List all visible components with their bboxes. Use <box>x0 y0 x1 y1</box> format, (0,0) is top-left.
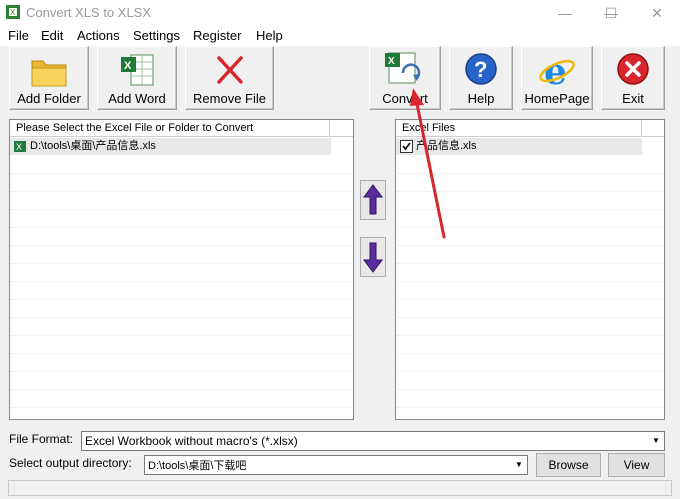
output-directory-value: D:\tools\桌面\下载吧 <box>148 460 247 472</box>
remove-x-icon <box>210 51 250 92</box>
chevron-down-icon[interactable]: ▼ <box>512 457 526 473</box>
row-divider <box>10 389 353 390</box>
row-divider <box>10 371 353 372</box>
menu-register[interactable]: Register <box>193 28 241 43</box>
menu-edit[interactable]: Edit <box>41 28 63 43</box>
row-divider <box>396 389 664 390</box>
row-divider <box>396 317 664 318</box>
exit-button[interactable]: Exit <box>601 46 665 110</box>
move-up-button[interactable] <box>360 180 386 220</box>
row-divider <box>10 299 353 300</box>
row-divider <box>10 335 353 336</box>
file-format-label: File Format: <box>9 432 74 446</box>
row-divider <box>10 317 353 318</box>
row-divider <box>396 407 664 408</box>
row-divider <box>396 299 664 300</box>
row-divider <box>396 353 664 354</box>
row-divider <box>396 371 664 372</box>
menu-settings[interactable]: Settings <box>133 28 180 43</box>
annotation-arrow-icon <box>410 88 446 239</box>
source-list-header-label: Please Select the Excel File or Folder t… <box>16 122 254 134</box>
excel-sheet-icon: X <box>117 51 157 92</box>
row-divider <box>10 191 353 192</box>
row-divider <box>396 335 664 336</box>
help-icon: ? <box>463 51 499 90</box>
add-word-label: Add Word <box>108 91 166 106</box>
row-divider <box>10 209 353 210</box>
move-down-button[interactable] <box>360 237 386 277</box>
homepage-button[interactable]: e HomePage <box>521 46 593 110</box>
menu-bar: File Edit Actions Settings Register Help <box>0 26 680 46</box>
exit-icon <box>615 51 651 90</box>
arrow-up-icon <box>363 184 383 215</box>
folder-icon <box>29 51 69 92</box>
file-format-value: Excel Workbook without macro's (*.xlsx) <box>85 434 298 448</box>
close-icon[interactable]: ✕ <box>634 0 680 26</box>
svg-text:X: X <box>16 142 22 152</box>
row-divider <box>10 263 353 264</box>
app-icon: X <box>6 5 20 19</box>
svg-text:X: X <box>10 8 16 17</box>
row-divider <box>396 263 664 264</box>
source-file-list[interactable]: Please Select the Excel File or Folder t… <box>9 119 354 420</box>
svg-text:X: X <box>124 60 132 72</box>
row-divider <box>396 281 664 282</box>
browse-button[interactable]: Browse <box>536 453 601 477</box>
row-divider <box>10 173 353 174</box>
row-divider <box>10 407 353 408</box>
menu-file[interactable]: File <box>8 28 29 43</box>
remove-file-button[interactable]: Remove File <box>185 46 274 110</box>
exit-label: Exit <box>622 91 644 106</box>
svg-text:X: X <box>388 56 395 67</box>
source-list-header: Please Select the Excel File or Folder t… <box>10 120 353 137</box>
chevron-down-icon[interactable]: ▼ <box>649 433 663 449</box>
add-folder-label: Add Folder <box>17 91 81 106</box>
row-divider <box>10 353 353 354</box>
add-folder-button[interactable]: Add Folder <box>9 46 89 110</box>
row-divider <box>10 245 353 246</box>
add-word-button[interactable]: X Add Word <box>97 46 177 110</box>
output-directory-label: Select output directory: <box>9 456 132 470</box>
window-title: Convert XLS to XLSX <box>26 5 152 20</box>
remove-file-label: Remove File <box>193 91 266 106</box>
row-divider <box>396 245 664 246</box>
excel-file-icon: X <box>14 141 26 158</box>
homepage-label: HomePage <box>524 91 590 106</box>
status-bar <box>8 480 672 496</box>
minimize-button[interactable]: — <box>542 0 588 26</box>
menu-actions[interactable]: Actions <box>77 28 120 43</box>
list-item[interactable]: X D:\tools\桌面\产品信息.xls <box>10 138 331 155</box>
list-item-path: D:\tools\桌面\产品信息.xls <box>30 140 156 152</box>
column-divider <box>641 120 642 137</box>
output-directory-select[interactable]: D:\tools\桌面\下载吧 ▼ <box>144 455 528 475</box>
svg-text:?: ? <box>474 57 487 82</box>
arrow-down-icon <box>363 242 383 273</box>
browser-e-icon: e <box>537 51 577 93</box>
menu-help[interactable]: Help <box>256 28 283 43</box>
file-format-select[interactable]: Excel Workbook without macro's (*.xlsx) … <box>81 431 665 451</box>
column-divider <box>329 120 330 137</box>
maximize-button[interactable]: ☐ <box>588 0 634 26</box>
svg-text:e: e <box>544 51 567 89</box>
view-button[interactable]: View <box>608 453 665 477</box>
row-divider <box>10 281 353 282</box>
row-divider <box>10 227 353 228</box>
